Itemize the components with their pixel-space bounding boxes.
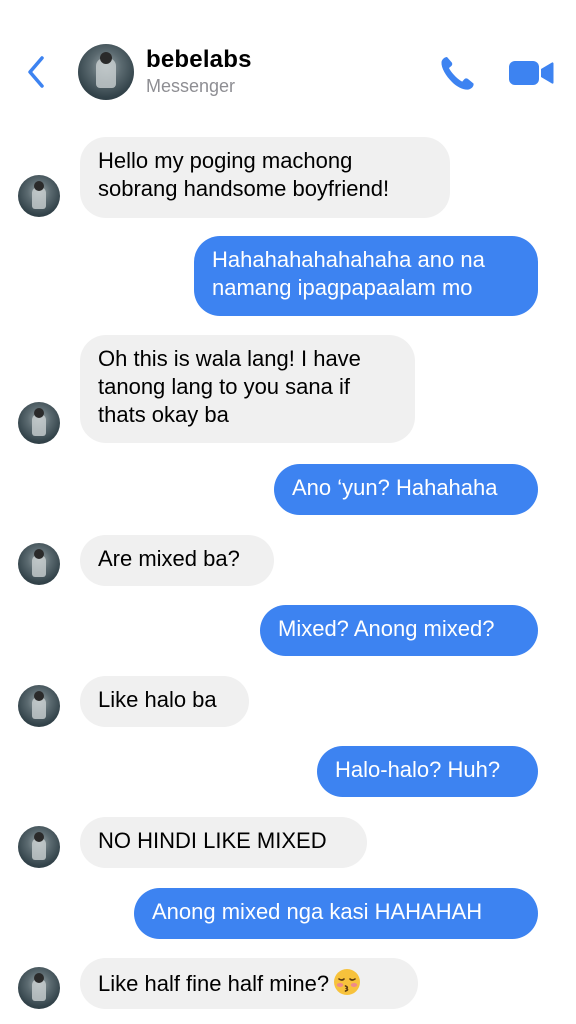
outgoing-message[interactable]: Anong mixed nga kasi HAHAHAH (134, 888, 538, 939)
incoming-message[interactable]: Like halo ba (80, 676, 249, 727)
sender-avatar[interactable] (18, 685, 60, 727)
outgoing-message[interactable]: Mixed? Anong mixed? (260, 605, 538, 656)
message-text: Like half fine half mine? (98, 971, 330, 996)
incoming-message[interactable]: Are mixed ba? (80, 535, 274, 586)
contact-avatar[interactable] (78, 44, 134, 100)
contact-name[interactable]: bebelabs (146, 46, 252, 74)
kissing-face-closed-eyes-icon (334, 969, 361, 995)
sender-avatar[interactable] (18, 826, 60, 868)
video-call-button[interactable] (508, 58, 554, 88)
avatar-head (34, 691, 44, 701)
avatar-head (34, 408, 44, 418)
sender-avatar[interactable] (18, 967, 60, 1009)
incoming-message[interactable]: Like half fine half mine? (80, 958, 418, 1009)
chat-screen: bebelabs Messenger Hello my poging macho… (0, 0, 576, 1024)
outgoing-message[interactable]: Ano ‘yun? Hahahaha (274, 464, 538, 515)
sender-avatar[interactable] (18, 543, 60, 585)
avatar-head (100, 52, 112, 64)
outgoing-message[interactable]: Halo-halo? Huh? (317, 746, 538, 797)
incoming-message[interactable]: NO HINDI LIKE MIXED (80, 817, 367, 868)
incoming-message[interactable]: Hello my poging machong sobrang handsome… (80, 137, 450, 218)
back-chevron-icon (28, 56, 44, 88)
audio-call-button[interactable] (438, 54, 476, 92)
avatar-head (34, 832, 44, 842)
back-button[interactable] (22, 52, 52, 92)
sender-avatar[interactable] (18, 175, 60, 217)
sender-avatar[interactable] (18, 402, 60, 444)
avatar-head (34, 181, 44, 191)
chat-header: bebelabs Messenger (0, 0, 576, 120)
phone-icon (441, 57, 474, 90)
incoming-message[interactable]: Oh this is wala lang! I have tanong lang… (80, 335, 415, 443)
video-camera-icon (509, 61, 554, 85)
outgoing-message[interactable]: Hahahahahahahaha ano na namang ipagpapaa… (194, 236, 538, 316)
contact-subtitle: Messenger (146, 76, 236, 96)
avatar-head (34, 973, 44, 983)
avatar-head (34, 549, 44, 559)
